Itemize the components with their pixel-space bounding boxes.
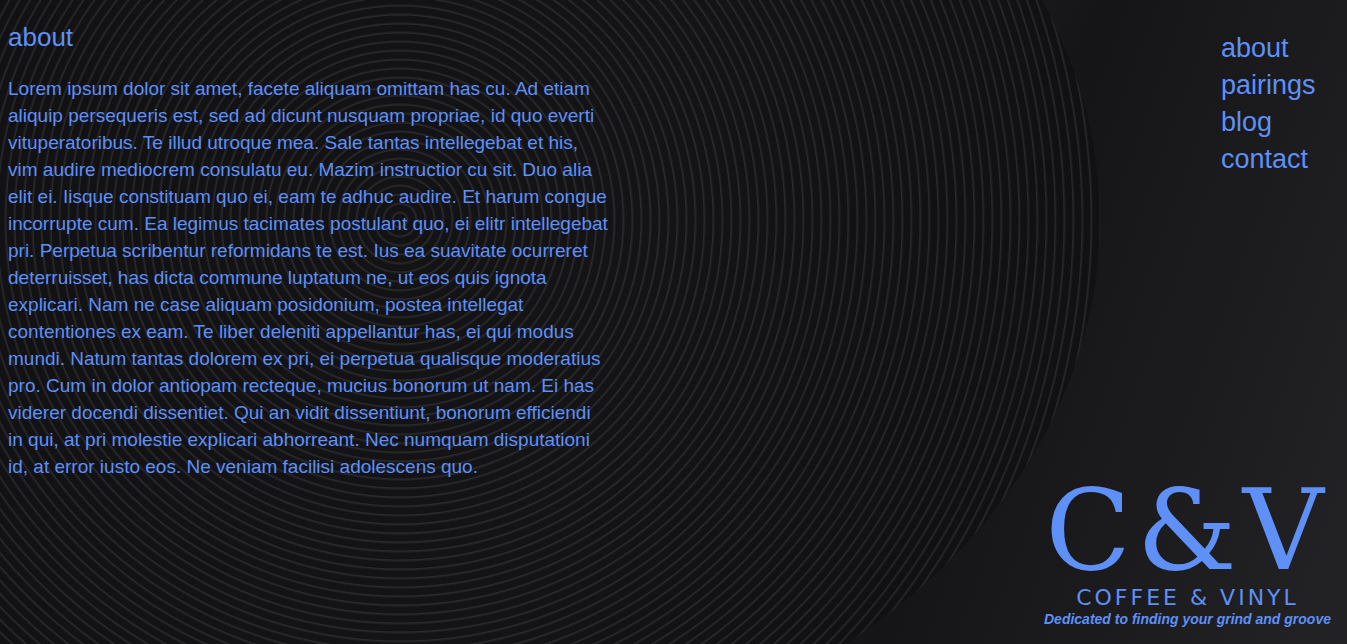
logo-mark: C&V: [1045, 474, 1329, 586]
nav-link[interactable]: blog: [1221, 104, 1331, 141]
logo-name: COFFEE & VINYL: [1076, 586, 1299, 610]
nav-link[interactable]: pairings: [1221, 67, 1331, 104]
main-nav: aboutpairingsblogcontact: [1221, 30, 1331, 178]
logo-tagline: Dedicated to finding your grind and groo…: [1044, 610, 1331, 628]
logo[interactable]: C&V COFFEE & VINYL Dedicated to finding …: [1044, 474, 1331, 628]
side-column: aboutpairingsblogcontact C&V COFFEE & VI…: [1044, 0, 1347, 644]
nav-link[interactable]: contact: [1221, 141, 1331, 178]
page: about Lorem ipsum dolor sit amet, facete…: [0, 0, 1347, 644]
section-body: Lorem ipsum dolor sit amet, facete aliqu…: [8, 75, 610, 480]
nav-link[interactable]: about: [1221, 30, 1331, 67]
about-section: about Lorem ipsum dolor sit amet, facete…: [0, 0, 610, 644]
section-heading: about: [8, 22, 610, 53]
